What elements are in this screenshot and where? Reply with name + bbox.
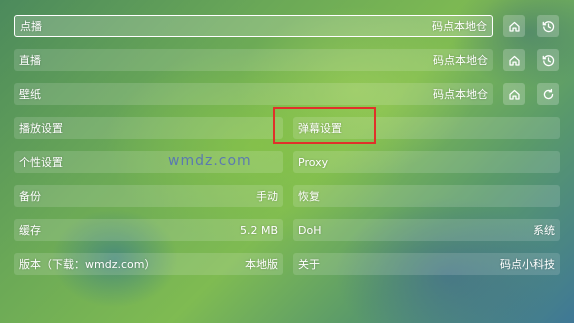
watermark: wmdz.com (168, 153, 252, 169)
wallpaper-home-button[interactable] (503, 83, 525, 105)
home-icon (508, 55, 520, 66)
restore-row[interactable]: 恢复 (293, 185, 560, 207)
vod-value: 码点本地仓 (432, 20, 487, 33)
version-value: 本地版 (245, 258, 278, 271)
about-value: 码点小科技 (500, 258, 555, 271)
version-row[interactable]: 版本（下载：wmdz.com） 本地版 (14, 253, 283, 275)
playback-settings-label: 播放设置 (19, 122, 63, 135)
doh-value: 系统 (533, 224, 555, 237)
cache-label: 缓存 (19, 224, 41, 237)
restore-label: 恢复 (298, 190, 320, 203)
doh-label: DoH (298, 223, 322, 237)
doh-row[interactable]: DoH 系统 (293, 219, 560, 241)
backup-value: 手动 (256, 190, 278, 203)
proxy-row[interactable]: Proxy (293, 151, 560, 173)
annotation-highlight-box (273, 107, 376, 144)
vod-row[interactable]: 点播 码点本地仓 (14, 15, 493, 37)
wallpaper-label: 壁纸 (19, 88, 41, 101)
live-value: 码点本地仓 (433, 54, 488, 67)
cache-value: 5.2 MB (239, 223, 278, 237)
vod-label: 点播 (20, 20, 42, 33)
home-icon (508, 89, 520, 100)
wallpaper-value: 码点本地仓 (433, 88, 488, 101)
playback-settings-row[interactable]: 播放设置 (14, 117, 283, 139)
history-icon (542, 20, 554, 32)
live-row[interactable]: 直播 码点本地仓 (14, 49, 493, 71)
backup-row[interactable]: 备份 手动 (14, 185, 283, 207)
cache-row[interactable]: 缓存 5.2 MB (14, 219, 283, 241)
version-label: 版本（下载：wmdz.com） (19, 258, 156, 271)
live-home-button[interactable] (503, 49, 525, 71)
proxy-label: Proxy (298, 155, 329, 169)
refresh-icon (543, 88, 553, 99)
backup-label: 备份 (19, 190, 41, 203)
wallpaper-refresh-button[interactable] (537, 83, 559, 105)
about-label: 关于 (298, 258, 320, 271)
wallpaper-row[interactable]: 壁纸 码点本地仓 (14, 83, 493, 105)
home-icon (508, 21, 520, 32)
personal-settings-label: 个性设置 (19, 156, 63, 169)
about-row[interactable]: 关于 码点小科技 (293, 253, 560, 275)
live-history-button[interactable] (537, 49, 559, 71)
vod-home-button[interactable] (503, 15, 525, 37)
vod-history-button[interactable] (537, 15, 559, 37)
live-label: 直播 (19, 54, 41, 67)
history-icon (542, 54, 554, 66)
